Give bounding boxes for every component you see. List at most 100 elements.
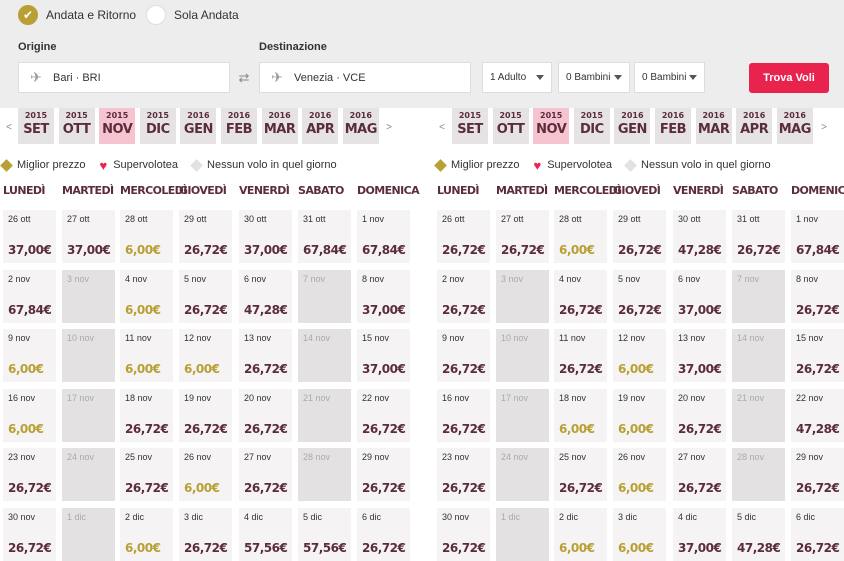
infants-select[interactable]: 0 Bambini <box>634 62 705 93</box>
day-cell[interactable]: 8 nov 37,00€ <box>357 269 410 323</box>
month-tab-feb[interactable]: 2016 FEB <box>221 108 257 144</box>
day-cell[interactable]: 5 nov 26,72€ <box>613 269 666 323</box>
day-cell[interactable]: 2 nov 26,72€ <box>437 269 490 323</box>
day-cell[interactable]: 3 dic 6,00€ <box>613 507 666 561</box>
day-cell[interactable]: 26 nov 6,00€ <box>179 448 232 501</box>
day-cell[interactable]: 5 dic 47,28€ <box>732 507 785 561</box>
next-month-left[interactable]: > <box>383 110 395 144</box>
day-cell[interactable]: 27 ott 26,72€ <box>496 210 549 263</box>
day-cell[interactable]: 1 nov 67,84€ <box>357 210 410 263</box>
day-cell[interactable]: 16 nov 26,72€ <box>437 388 490 442</box>
month-tab-dic[interactable]: 2015 DIC <box>573 108 610 144</box>
day-price: 6,00€ <box>618 421 654 436</box>
day-cell[interactable]: 12 nov 6,00€ <box>179 329 232 382</box>
day-cell[interactable]: 26 nov 6,00€ <box>613 448 666 501</box>
day-cell[interactable]: 29 ott 26,72€ <box>613 210 666 263</box>
day-cell[interactable]: 31 ott 67,84€ <box>298 210 351 263</box>
swap-icon[interactable]: ⇄ <box>234 68 254 88</box>
month-tab-mar[interactable]: 2016 MAR <box>261 108 298 144</box>
day-cell[interactable]: 15 nov 26,72€ <box>791 329 844 382</box>
day-cell[interactable]: 1 nov 67,84€ <box>791 210 844 263</box>
day-cell[interactable]: 22 nov 47,28€ <box>791 388 844 442</box>
day-cell[interactable]: 2 dic 6,00€ <box>120 507 173 561</box>
day-cell[interactable]: 6 dic 26,72€ <box>791 507 844 561</box>
day-cell[interactable]: 6 nov 37,00€ <box>673 269 726 323</box>
day-cell[interactable]: 23 nov 26,72€ <box>437 448 490 501</box>
search-button[interactable]: Trova Voli <box>749 63 829 93</box>
day-cell[interactable]: 28 ott 6,00€ <box>554 210 607 263</box>
day-cell[interactable]: 4 dic 57,56€ <box>239 507 292 561</box>
month-tab-gen[interactable]: 2016 GEN <box>180 108 217 144</box>
day-cell[interactable]: 6 dic 26,72€ <box>357 507 410 561</box>
day-cell[interactable]: 2 nov 67,84€ <box>3 269 56 323</box>
day-cell[interactable]: 22 nov 26,72€ <box>357 388 410 442</box>
month-tab-feb[interactable]: 2016 FEB <box>655 108 691 144</box>
prev-month-right[interactable]: < <box>436 110 448 144</box>
day-cell[interactable]: 12 nov 6,00€ <box>613 329 666 382</box>
day-cell[interactable]: 26 ott 37,00€ <box>3 210 56 263</box>
month-tab-gen[interactable]: 2016 GEN <box>614 108 651 144</box>
month-tab-set[interactable]: 2015 SET <box>452 108 488 144</box>
day-cell[interactable]: 19 nov 26,72€ <box>179 388 232 442</box>
day-cell[interactable]: 18 nov 26,72€ <box>120 388 173 442</box>
day-cell[interactable]: 8 nov 26,72€ <box>791 269 844 323</box>
day-date: 28 nov <box>303 452 331 462</box>
month-tab-set[interactable]: 2015 SET <box>18 108 54 144</box>
month-tab-nov[interactable]: 2015 NOV <box>99 108 136 144</box>
day-cell[interactable]: 15 nov 37,00€ <box>357 329 410 382</box>
day-cell[interactable]: 29 ott 26,72€ <box>179 210 232 263</box>
day-cell[interactable]: 27 nov 26,72€ <box>673 448 726 501</box>
day-cell[interactable]: 16 nov 6,00€ <box>3 388 56 442</box>
day-cell[interactable]: 29 nov 26,72€ <box>357 448 410 501</box>
day-cell[interactable]: 20 nov 26,72€ <box>673 388 726 442</box>
day-cell[interactable]: 11 nov 26,72€ <box>554 329 607 382</box>
day-cell[interactable]: 28 ott 6,00€ <box>120 210 173 263</box>
day-cell[interactable]: 30 nov 26,72€ <box>3 507 56 561</box>
day-cell[interactable]: 26 ott 26,72€ <box>437 210 490 263</box>
destination-field[interactable]: ✈ Venezia · VCE <box>259 62 471 93</box>
day-cell[interactable]: 27 ott 37,00€ <box>62 210 115 263</box>
month-tab-mag[interactable]: 2016 MAG <box>776 108 813 144</box>
roundtrip-radio[interactable]: ✔ Andata e Ritorno <box>18 5 136 25</box>
day-cell[interactable]: 2 dic 6,00€ <box>554 507 607 561</box>
month-tab-mag[interactable]: 2016 MAG <box>342 108 379 144</box>
month-tab-apr[interactable]: 2016 APR <box>302 108 339 144</box>
day-cell[interactable]: 23 nov 26,72€ <box>3 448 56 501</box>
day-cell[interactable]: 13 nov 26,72€ <box>239 329 292 382</box>
day-cell[interactable]: 27 nov 26,72€ <box>239 448 292 501</box>
children-select[interactable]: 0 Bambini <box>558 62 630 93</box>
day-cell[interactable]: 5 nov 26,72€ <box>179 269 232 323</box>
day-cell[interactable]: 3 dic 26,72€ <box>179 507 232 561</box>
day-cell[interactable]: 4 nov 26,72€ <box>554 269 607 323</box>
day-cell[interactable]: 5 dic 57,56€ <box>298 507 351 561</box>
day-cell[interactable]: 20 nov 26,72€ <box>239 388 292 442</box>
adults-select[interactable]: 1 Adulto <box>482 62 552 93</box>
day-cell[interactable]: 30 nov 26,72€ <box>437 507 490 561</box>
oneway-radio[interactable]: Sola Andata <box>146 5 239 25</box>
day-cell[interactable]: 4 dic 37,00€ <box>673 507 726 561</box>
day-cell[interactable]: 9 nov 6,00€ <box>3 329 56 382</box>
day-cell[interactable]: 25 nov 26,72€ <box>554 448 607 501</box>
day-cell[interactable]: 30 ott 37,00€ <box>239 210 292 263</box>
day-cell[interactable]: 18 nov 6,00€ <box>554 388 607 442</box>
day-cell[interactable]: 4 nov 6,00€ <box>120 269 173 323</box>
next-month-right[interactable]: > <box>818 110 830 144</box>
month-tab-dic[interactable]: 2015 DIC <box>139 108 176 144</box>
day-cell[interactable]: 13 nov 37,00€ <box>673 329 726 382</box>
day-cell[interactable]: 31 ott 26,72€ <box>732 210 785 263</box>
day-cell[interactable]: 29 nov 26,72€ <box>791 448 844 501</box>
month-tab-ott[interactable]: 2015 OTT <box>492 108 529 144</box>
day-cell[interactable]: 11 nov 6,00€ <box>120 329 173 382</box>
month-tab-mar[interactable]: 2016 MAR <box>695 108 732 144</box>
origin-field[interactable]: ✈ Bari · BRI <box>18 62 230 93</box>
day-cell[interactable]: 6 nov 47,28€ <box>239 269 292 323</box>
day-price: 26,72€ <box>184 302 228 317</box>
month-tab-ott[interactable]: 2015 OTT <box>58 108 95 144</box>
day-cell[interactable]: 30 ott 47,28€ <box>673 210 726 263</box>
month-tab-apr[interactable]: 2016 APR <box>736 108 773 144</box>
day-cell[interactable]: 19 nov 6,00€ <box>613 388 666 442</box>
day-cell[interactable]: 9 nov 26,72€ <box>437 329 490 382</box>
month-tab-nov[interactable]: 2015 NOV <box>533 108 570 144</box>
prev-month-left[interactable]: < <box>3 110 15 144</box>
day-cell[interactable]: 25 nov 26,72€ <box>120 448 173 501</box>
